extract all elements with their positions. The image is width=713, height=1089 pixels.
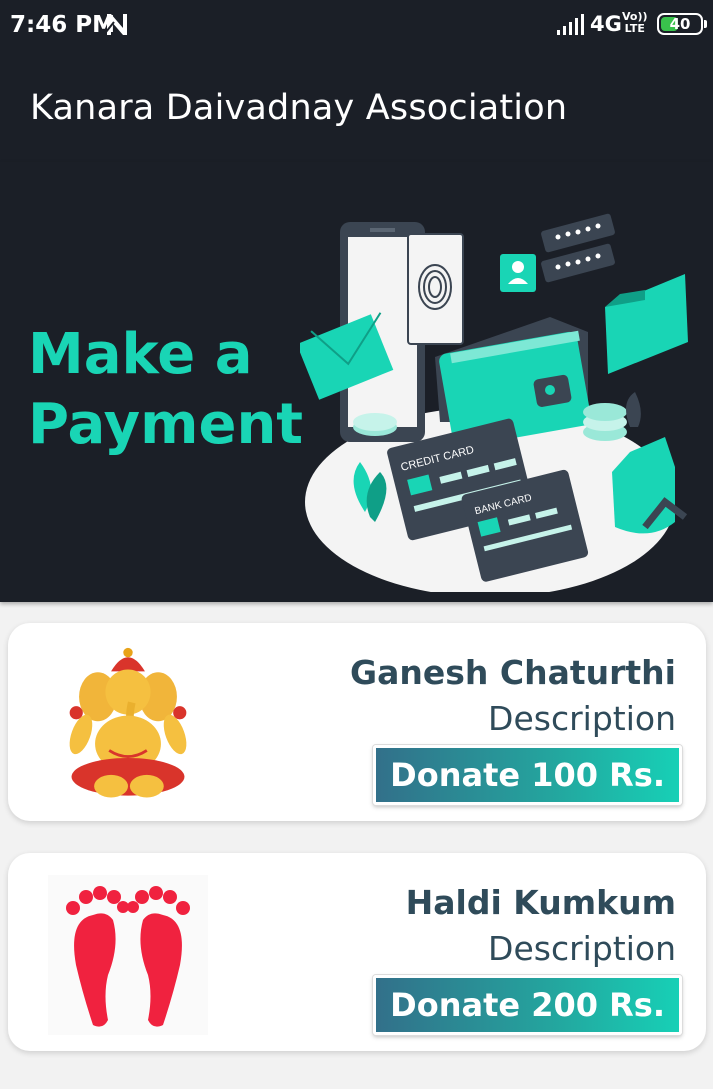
n-notification-icon: [105, 14, 127, 35]
battery-level: 40: [669, 15, 691, 33]
app-bar: Kanara Daivadnay Association: [0, 52, 713, 162]
footprints-image: [48, 875, 208, 1035]
donation-card[interactable]: Ganesh Chaturthi Description Donate 100 …: [8, 623, 706, 821]
donate-button[interactable]: Donate 100 Rs.: [373, 745, 682, 805]
status-bar: 7:46 PM 4G Vo)) LTE 40: [0, 0, 713, 52]
donation-description: Description: [488, 929, 676, 968]
ganesha-image: [69, 647, 187, 798]
banner-title: Make a Payment: [28, 322, 304, 457]
donation-description: Description: [488, 699, 676, 738]
donation-card[interactable]: Haldi Kumkum Description Donate 200 Rs.: [8, 853, 706, 1051]
signal-icon: [557, 14, 584, 35]
payment-illustration: CREDIT CARD BANK CARD: [300, 213, 688, 592]
donation-title: Ganesh Chaturthi: [350, 653, 676, 692]
status-time: 7:46 PM: [10, 12, 115, 38]
volte-indicator: Vo)) LTE: [622, 10, 648, 35]
payment-banner: Make a Payment CREDIT CARD BANK CARD: [0, 162, 713, 602]
donation-title: Haldi Kumkum: [405, 883, 676, 922]
battery-icon: 40: [657, 13, 707, 35]
donate-button[interactable]: Donate 200 Rs.: [373, 975, 682, 1035]
app-title: Kanara Daivadnay Association: [30, 88, 568, 128]
network-type: 4G: [590, 12, 622, 36]
